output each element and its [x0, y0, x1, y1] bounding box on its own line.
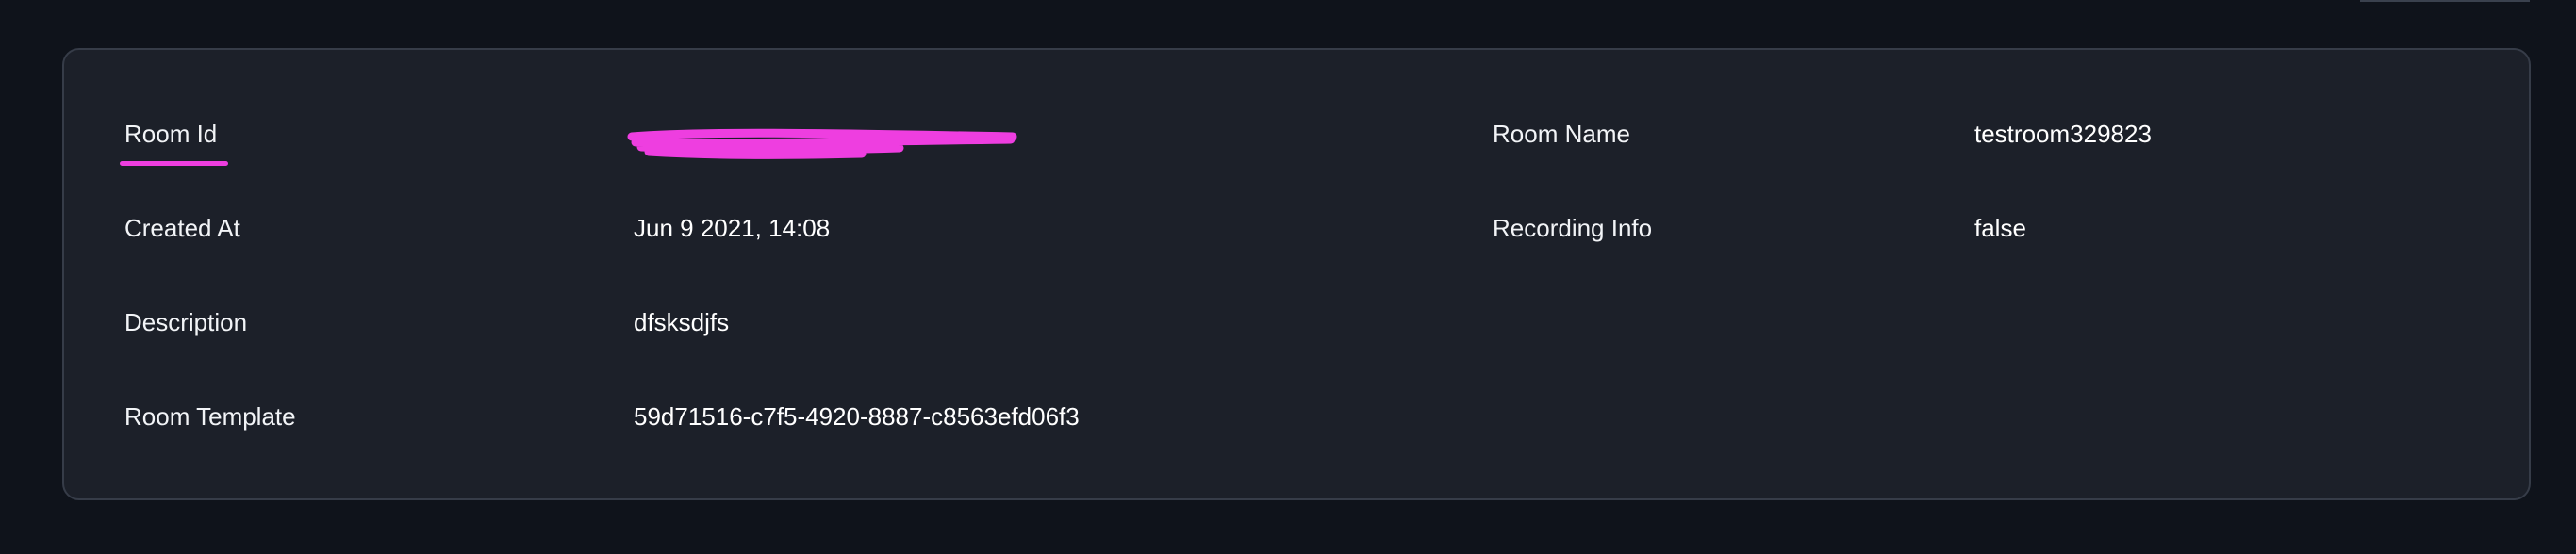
recording-info-label: Recording Info [1493, 214, 1653, 242]
room-name-value: testroom329823 [1974, 120, 2152, 148]
room-id-underline [120, 161, 228, 166]
room-name-label: Room Name [1493, 120, 1630, 148]
created-at-value: Jun 9 2021, 14:08 [634, 214, 831, 242]
description-value: dfsksdjfs [634, 308, 730, 336]
top-edge-element [2360, 0, 2530, 2]
room-template-label: Room Template [124, 402, 296, 431]
redaction-scribble [627, 128, 1017, 159]
room-id-value-redacted [626, 116, 1022, 163]
created-at-label: Created At [124, 214, 240, 242]
description-label: Description [124, 308, 248, 336]
room-details-card: Room Id Room Name testroom329823 Created… [62, 48, 2531, 500]
recording-info-value: false [1974, 214, 2026, 242]
room-template-value: 59d71516-c7f5-4920-8887-c8563efd06f3 [634, 402, 1080, 431]
room-id-label: Room Id [124, 120, 218, 148]
